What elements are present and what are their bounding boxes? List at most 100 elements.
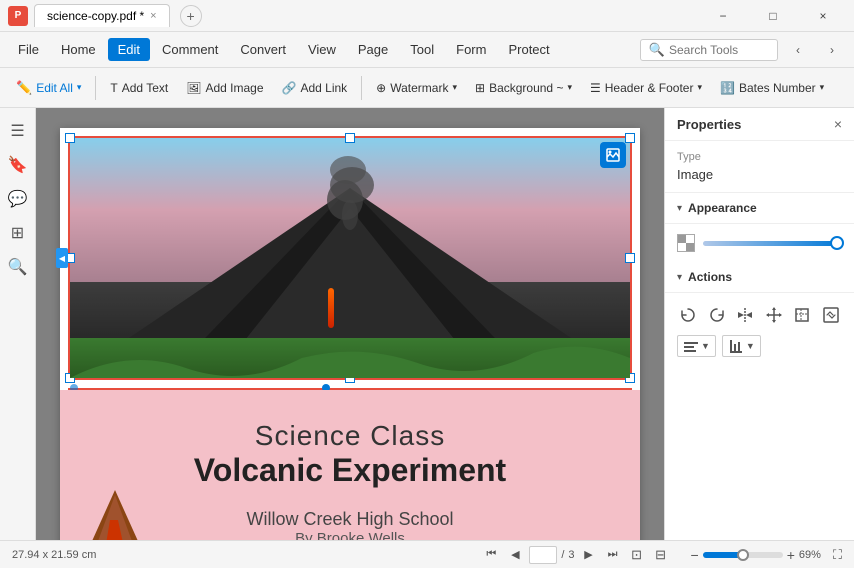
menu-bar: File Home Edit Comment Convert View Page… bbox=[0, 32, 854, 68]
prev-page-button[interactable]: ◀ bbox=[505, 545, 525, 565]
appearance-section-header[interactable]: ▾ Appearance bbox=[665, 193, 854, 224]
pdf-canvas-area: ◀ bbox=[36, 108, 664, 540]
replace-button[interactable] bbox=[820, 303, 843, 327]
fit-page-button[interactable]: ⊡ bbox=[627, 545, 647, 565]
school-name: Willow Creek High School bbox=[246, 509, 453, 530]
opacity-cell-light-1 bbox=[686, 235, 694, 243]
last-page-button[interactable]: ⏭ bbox=[603, 545, 623, 565]
bottom-bar: 27.94 x 21.59 cm ⏮ ◀ 1 / 3 ▶ ⏭ ⊡ ⊟ − + 6… bbox=[0, 540, 854, 568]
first-page-button[interactable]: ⏮ bbox=[481, 545, 501, 565]
handle-top-left[interactable] bbox=[65, 133, 75, 143]
align-down-button[interactable]: ▼ bbox=[722, 335, 761, 357]
flip-button[interactable] bbox=[734, 303, 757, 327]
watermark-button[interactable]: ⊕ Watermark ▾ bbox=[368, 77, 465, 99]
menu-form[interactable]: Form bbox=[446, 38, 496, 61]
menu-protect[interactable]: Protect bbox=[498, 38, 559, 61]
add-text-icon: T bbox=[110, 81, 117, 95]
panel-title: Properties bbox=[677, 117, 741, 132]
credit-area: Willow Creek High School By Brooke Wells bbox=[246, 509, 453, 540]
next-page-button[interactable]: ▶ bbox=[579, 545, 599, 565]
zoom-plus-button[interactable]: + bbox=[787, 547, 795, 563]
sidebar-thumbnail-icon[interactable]: ⊞ bbox=[3, 218, 33, 248]
tab-filename: science-copy.pdf * bbox=[47, 9, 144, 23]
menu-convert[interactable]: Convert bbox=[230, 38, 296, 61]
image-tool-button[interactable] bbox=[600, 142, 626, 168]
menu-tool[interactable]: Tool bbox=[400, 38, 444, 61]
bates-number-label: Bates Number bbox=[739, 81, 816, 95]
flip-icon bbox=[736, 306, 754, 324]
page-number-input[interactable]: 1 bbox=[529, 546, 557, 564]
add-link-icon: 🔗 bbox=[282, 81, 297, 95]
fullscreen-button[interactable]: ⛶ bbox=[833, 547, 842, 563]
sidebar-search-icon[interactable]: 🔍 bbox=[3, 252, 33, 282]
watermark-dropdown-icon: ▾ bbox=[452, 82, 457, 93]
align-left-button[interactable]: ▼ bbox=[677, 335, 716, 357]
background-button[interactable]: ⊞ Background ~ ▾ bbox=[467, 77, 580, 99]
left-resize-handle[interactable]: ◀ bbox=[56, 248, 68, 268]
handle-top-mid[interactable] bbox=[345, 133, 355, 143]
add-link-label: Add Link bbox=[300, 81, 347, 95]
volcano-image[interactable] bbox=[70, 138, 630, 378]
opacity-slider-container[interactable] bbox=[703, 236, 842, 250]
move-button[interactable] bbox=[763, 303, 786, 327]
edit-all-label: Edit All bbox=[36, 81, 73, 95]
menu-view[interactable]: View bbox=[298, 38, 346, 61]
sidebar-menu-icon[interactable]: ☰ bbox=[3, 116, 33, 146]
toolbar-separator-2 bbox=[361, 76, 362, 100]
bates-number-icon: 🔢 bbox=[720, 81, 735, 95]
background-dropdown-icon: ▾ bbox=[567, 82, 572, 93]
add-tab-button[interactable]: + bbox=[180, 5, 202, 27]
minimize-button[interactable]: − bbox=[700, 0, 746, 32]
bates-number-button[interactable]: 🔢 Bates Number ▾ bbox=[712, 77, 832, 99]
document-tab[interactable]: science-copy.pdf * × bbox=[34, 4, 170, 27]
search-tools-input[interactable] bbox=[669, 43, 769, 57]
menu-home[interactable]: Home bbox=[51, 38, 106, 61]
main-content: ☰ 🔖 💬 ⊞ 🔍 bbox=[0, 108, 854, 540]
app-icon: P bbox=[8, 6, 28, 26]
window-buttons: − □ × bbox=[700, 0, 846, 32]
toolbar-separator-1 bbox=[95, 76, 96, 100]
pdf-image-section[interactable]: ◀ bbox=[68, 136, 632, 380]
sidebar-comment-icon[interactable]: 💬 bbox=[3, 184, 33, 214]
maximize-button[interactable]: □ bbox=[750, 0, 796, 32]
crop-button[interactable] bbox=[791, 303, 814, 327]
add-image-button[interactable]: 🖼 Add Image bbox=[178, 77, 271, 99]
action-icons-row1 bbox=[677, 303, 842, 327]
actions-arrow: ▾ bbox=[677, 272, 682, 283]
align-left-icon bbox=[683, 338, 699, 354]
panel-close-button[interactable]: × bbox=[834, 116, 842, 132]
header-footer-button[interactable]: ☰ Header & Footer ▾ bbox=[582, 77, 710, 99]
menu-file[interactable]: File bbox=[8, 38, 49, 61]
header-footer-icon: ☰ bbox=[590, 81, 601, 95]
fit-width-button[interactable]: ⊟ bbox=[651, 545, 671, 565]
replace-icon bbox=[822, 306, 840, 324]
zoom-slider-thumb[interactable] bbox=[737, 549, 749, 561]
menu-edit[interactable]: Edit bbox=[108, 38, 150, 61]
zoom-slider-track[interactable] bbox=[703, 552, 783, 558]
nav-back-button[interactable]: ‹ bbox=[784, 36, 812, 64]
actions-section-header[interactable]: ▾ Actions bbox=[665, 262, 854, 293]
type-section: Type Image bbox=[665, 141, 854, 193]
volcano-illustration bbox=[60, 460, 170, 540]
left-sidebar: ☰ 🔖 💬 ⊞ 🔍 bbox=[0, 108, 36, 540]
rotate-ccw-button[interactable] bbox=[677, 303, 700, 327]
sidebar-bookmark-icon[interactable]: 🔖 bbox=[3, 150, 33, 180]
handle-top-right[interactable] bbox=[625, 133, 635, 143]
menu-page[interactable]: Page bbox=[348, 38, 398, 61]
type-label: Type bbox=[677, 151, 842, 163]
opacity-cell-dark-2 bbox=[686, 243, 694, 251]
pdf-text-section: Science Class Volcanic Experiment Willow… bbox=[60, 390, 640, 540]
rotate-cw-button[interactable] bbox=[706, 303, 729, 327]
appearance-arrow: ▾ bbox=[677, 203, 682, 214]
edit-all-button[interactable]: ✏️ Edit All ▾ bbox=[8, 76, 89, 100]
zoom-minus-button[interactable]: − bbox=[691, 547, 699, 563]
watermark-icon: ⊕ bbox=[376, 81, 386, 95]
nav-forward-button[interactable]: › bbox=[818, 36, 846, 64]
add-link-button[interactable]: 🔗 Add Link bbox=[274, 77, 356, 99]
opacity-slider-thumb[interactable] bbox=[830, 236, 844, 250]
close-window-button[interactable]: × bbox=[800, 0, 846, 32]
menu-comment[interactable]: Comment bbox=[152, 38, 228, 61]
close-tab-button[interactable]: × bbox=[150, 10, 156, 22]
align-down-arrow: ▼ bbox=[746, 341, 755, 351]
add-text-button[interactable]: T Add Text bbox=[102, 77, 176, 99]
